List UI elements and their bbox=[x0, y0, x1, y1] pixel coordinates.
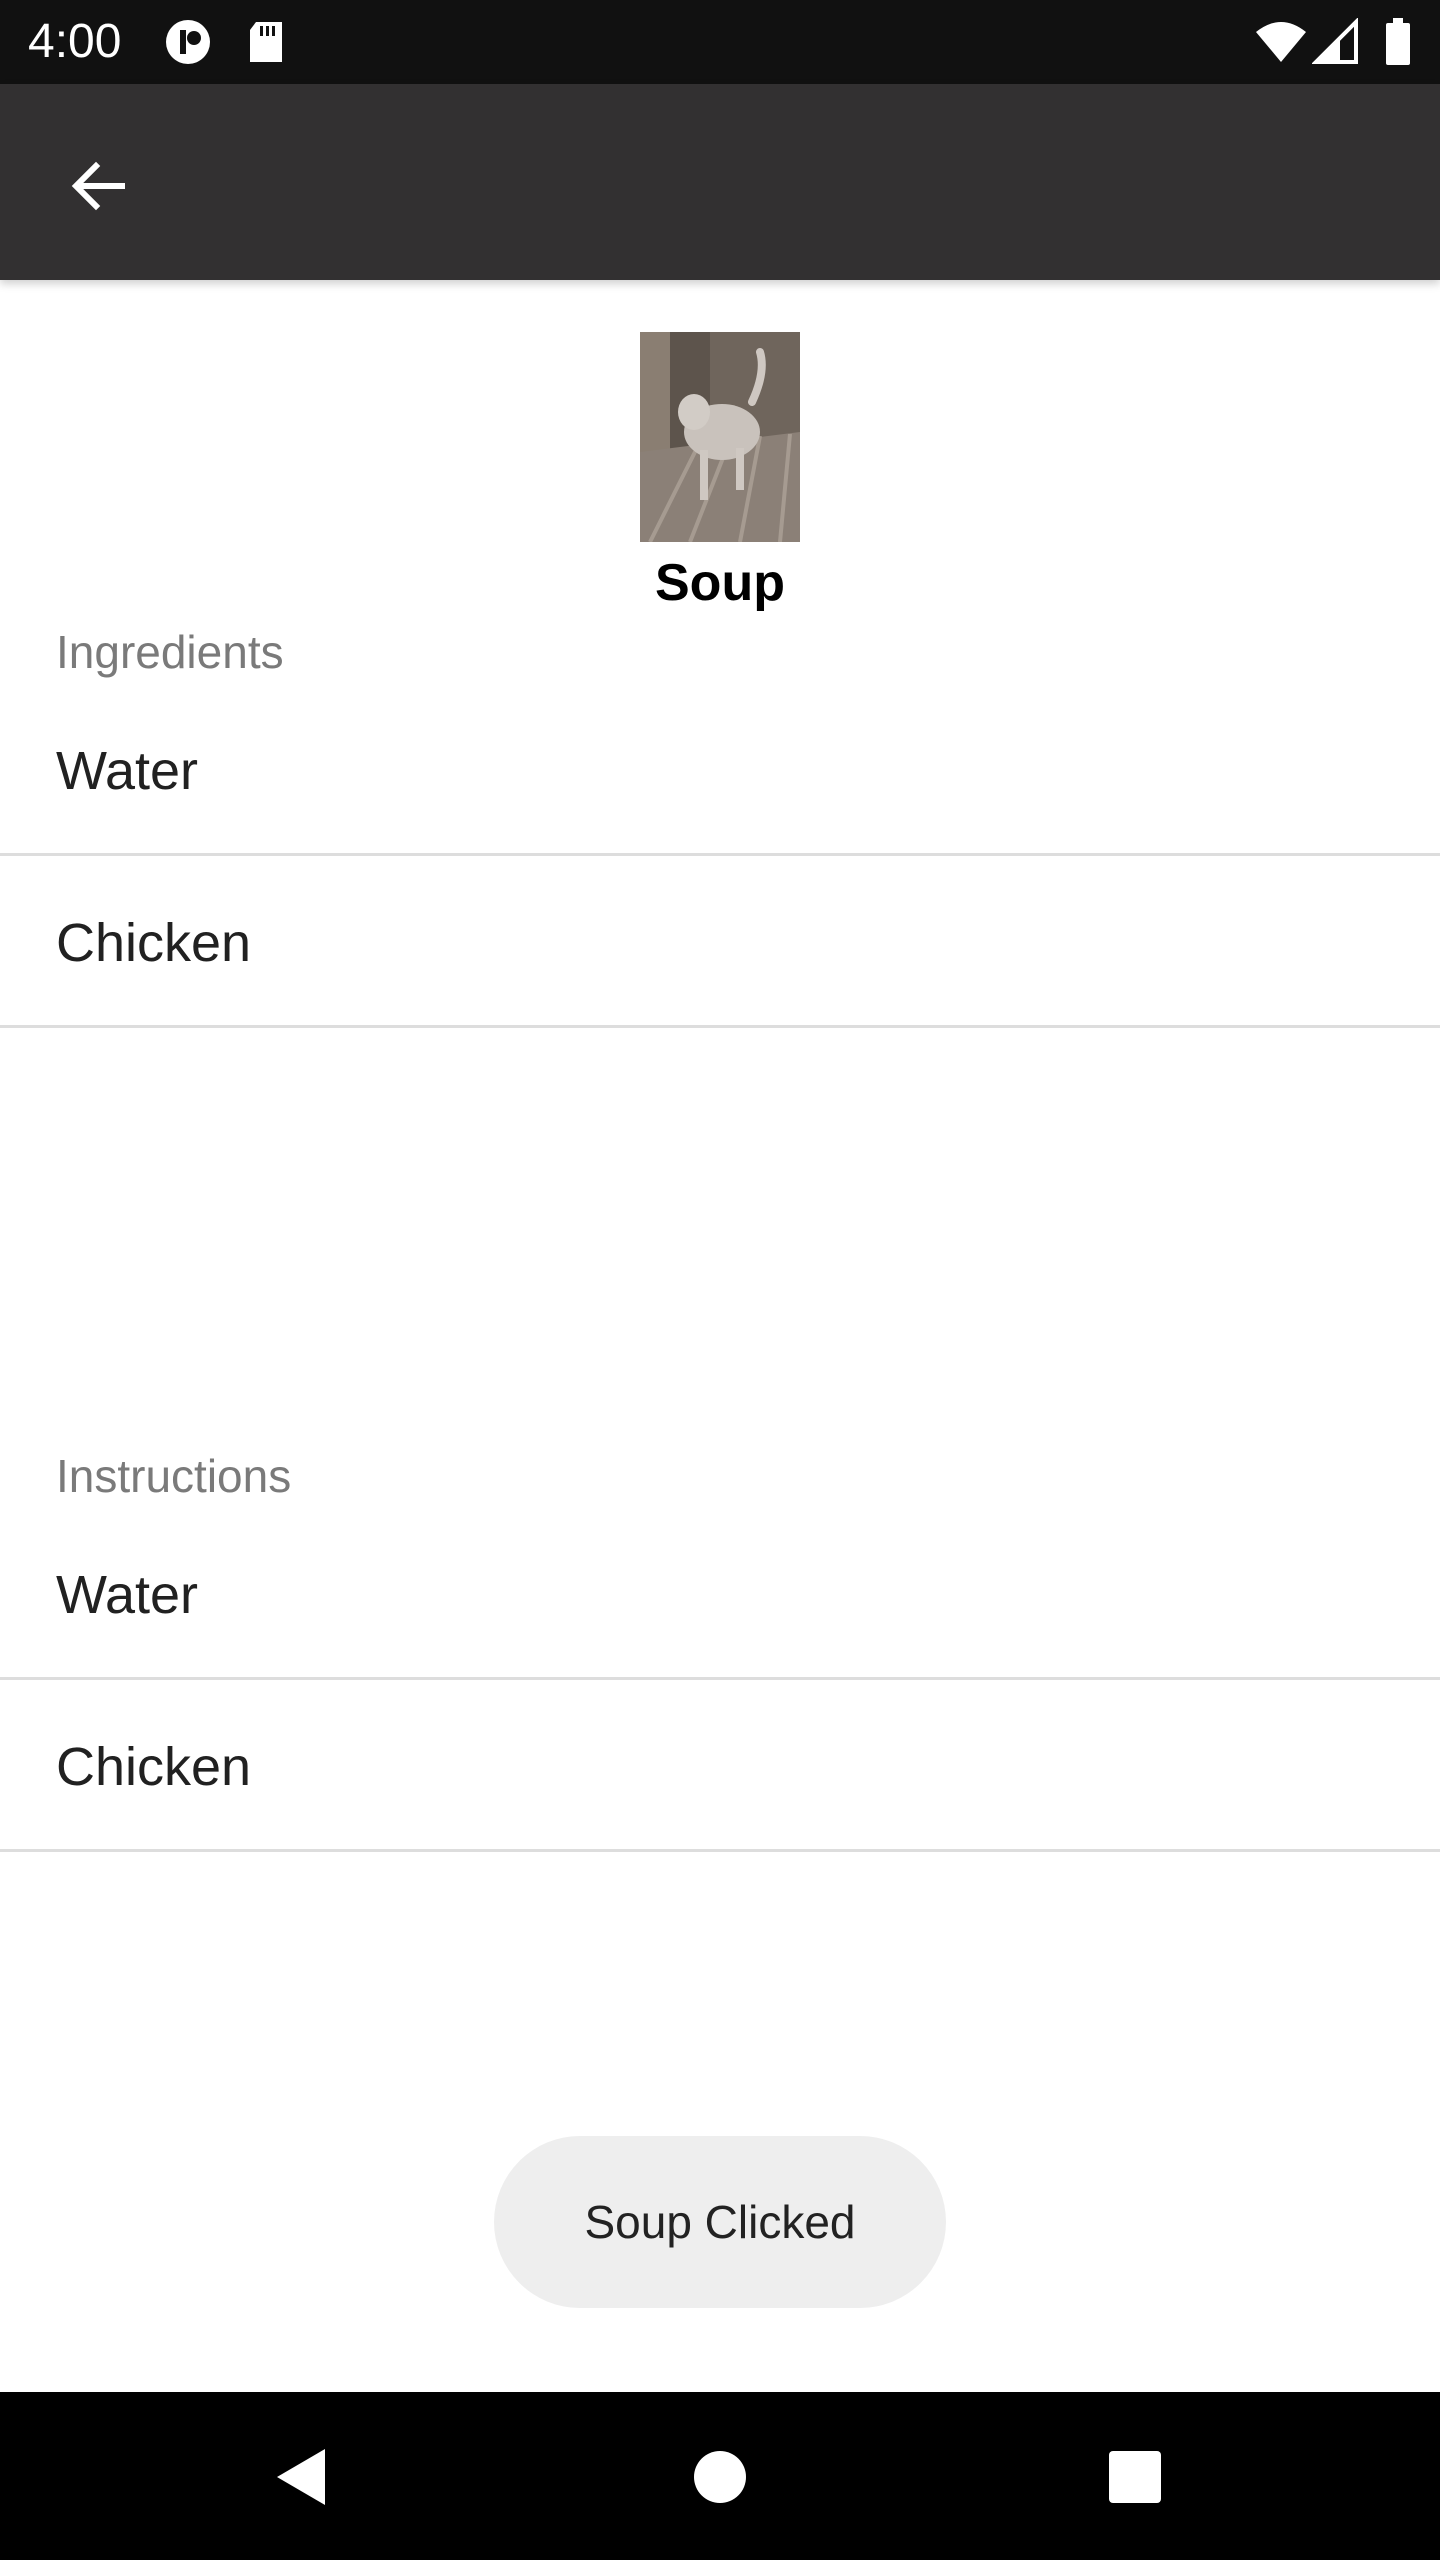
status-bar: 4:00 bbox=[0, 0, 1440, 84]
ingredient-row[interactable]: Water bbox=[0, 684, 1440, 856]
instruction-row[interactable]: Water bbox=[0, 1508, 1440, 1680]
ingredient-text: Water bbox=[56, 741, 199, 801]
status-time: 4:00 bbox=[28, 15, 122, 68]
back-triangle-icon bbox=[277, 2449, 325, 2505]
recents-square-icon bbox=[1109, 2451, 1161, 2503]
ingredient-row[interactable]: Chicken bbox=[0, 856, 1440, 1028]
wifi-icon bbox=[1256, 22, 1306, 62]
instruction-text: Water bbox=[56, 1565, 199, 1625]
battery-icon bbox=[1386, 18, 1410, 65]
app-bar bbox=[0, 84, 1440, 280]
recipe-image bbox=[640, 332, 800, 542]
ingredient-text: Chicken bbox=[56, 913, 252, 973]
recipe-title: Soup bbox=[655, 554, 785, 612]
nav-home-button[interactable] bbox=[675, 2432, 765, 2522]
nav-recents-button[interactable] bbox=[1090, 2432, 1180, 2522]
back-button[interactable] bbox=[52, 140, 144, 232]
ingredients-label: Ingredients bbox=[56, 626, 284, 678]
toast-message: Soup Clicked bbox=[494, 2136, 946, 2308]
instructions-label: Instructions bbox=[56, 1450, 292, 1502]
arrow-left-icon bbox=[71, 161, 125, 211]
system-nav-bar bbox=[0, 2392, 1440, 2560]
instruction-text: Chicken bbox=[56, 1737, 252, 1797]
cell-signal-icon bbox=[1312, 18, 1358, 64]
instruction-row[interactable]: Chicken bbox=[0, 1680, 1440, 1852]
home-circle-icon bbox=[694, 2451, 746, 2503]
sd-card-icon bbox=[250, 22, 282, 62]
nav-back-button[interactable] bbox=[256, 2432, 346, 2522]
app-notification-icon bbox=[166, 20, 210, 64]
